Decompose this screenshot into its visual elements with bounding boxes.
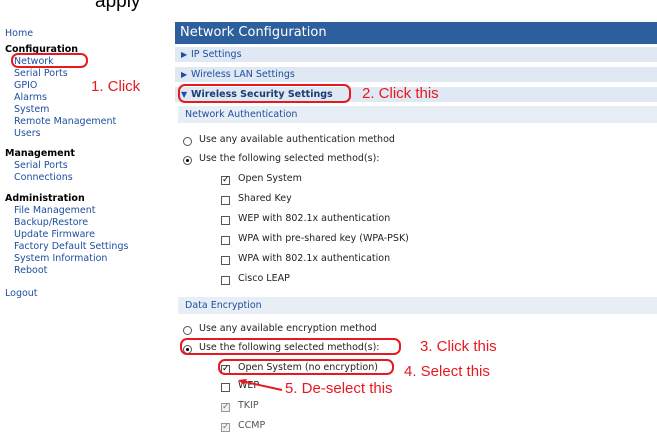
section-ip-settings[interactable]: ▶ IP Settings — [175, 47, 657, 63]
auth-selected-methods-radio[interactable] — [183, 156, 192, 165]
sidebar-item-remote-management[interactable]: Remote Management — [14, 116, 116, 127]
banner-text: apply — [95, 0, 141, 12]
enc-any-method-label: Use any available encryption method — [199, 323, 377, 334]
sidebar-item-system[interactable]: System — [14, 104, 49, 115]
annotation-box-security — [178, 84, 351, 103]
auth-cisco-leap-checkbox[interactable] — [221, 276, 230, 285]
annotation-box-network — [11, 53, 88, 68]
enc-tkip-checkbox[interactable]: ✓ — [221, 403, 230, 412]
section-label: IP Settings — [191, 49, 242, 60]
annotation-arrow-icon — [238, 379, 283, 391]
triangle-right-icon: ▶ — [181, 70, 188, 79]
sidebar-item-reboot[interactable]: Reboot — [14, 265, 47, 276]
auth-method-label: Cisco LEAP — [238, 273, 290, 284]
auth-wpa-8021x-checkbox[interactable] — [221, 256, 230, 265]
auth-method-label: WPA with 802.1x authentication — [238, 253, 391, 264]
auth-method-label: Shared Key — [238, 193, 292, 204]
triangle-right-icon: ▶ — [181, 50, 188, 59]
sidebar-item-mgmt-serial-ports[interactable]: Serial Ports — [14, 160, 68, 171]
data-encryption-heading: Data Encryption — [178, 297, 657, 314]
auth-any-method-label: Use any available authentication method — [199, 134, 395, 145]
annotation-step4: 4. Select this — [404, 363, 490, 380]
sidebar-item-file-management[interactable]: File Management — [14, 205, 96, 216]
sidebar-item-system-information[interactable]: System Information — [14, 253, 107, 264]
auth-wep-8021x-checkbox[interactable] — [221, 216, 230, 225]
sidebar-nav: Home Configuration Network Serial Ports … — [0, 22, 170, 438]
sidebar-logout[interactable]: Logout — [5, 288, 38, 299]
annotation-step3: 3. Click this — [420, 338, 497, 355]
sidebar-item-update-firmware[interactable]: Update Firmware — [14, 229, 95, 240]
sidebar-item-backup-restore[interactable]: Backup/Restore — [14, 217, 88, 228]
auth-any-method-radio[interactable] — [183, 137, 192, 146]
auth-method-label: WPA with pre-shared key (WPA-PSK) — [238, 233, 409, 244]
sidebar-heading-administration: Administration — [5, 193, 85, 204]
page-title: Network Configuration — [175, 22, 657, 44]
network-authentication-heading: Network Authentication — [178, 106, 657, 123]
enc-method-label: CCMP — [238, 420, 266, 431]
sidebar-item-gpio[interactable]: GPIO — [14, 80, 37, 91]
annotation-box-enc-selected — [180, 338, 401, 355]
annotation-step5: 5. De-select this — [285, 380, 393, 397]
auth-open-system-checkbox[interactable]: ✓ — [221, 176, 230, 185]
sidebar-item-alarms[interactable]: Alarms — [14, 92, 47, 103]
enc-wep-checkbox[interactable] — [221, 383, 230, 392]
annotation-step1: 1. Click — [91, 78, 141, 95]
enc-ccmp-checkbox[interactable]: ✓ — [221, 423, 230, 432]
sidebar-heading-management: Management — [5, 148, 75, 159]
sidebar-item-users[interactable]: Users — [14, 128, 41, 139]
enc-any-method-radio[interactable] — [183, 326, 192, 335]
section-label: Wireless LAN Settings — [191, 69, 295, 80]
auth-method-label: Open System — [238, 173, 302, 184]
sidebar-item-serial-ports[interactable]: Serial Ports — [14, 68, 68, 79]
sidebar-item-connections[interactable]: Connections — [14, 172, 73, 183]
auth-method-label: WEP with 802.1x authentication — [238, 213, 391, 224]
auth-wpa-psk-checkbox[interactable] — [221, 236, 230, 245]
top-banner: apply — [0, 0, 657, 22]
enc-method-label: TKIP — [238, 400, 259, 411]
auth-selected-methods-label: Use the following selected method(s): — [199, 153, 380, 164]
sidebar-item-factory-default[interactable]: Factory Default Settings — [14, 241, 128, 252]
sidebar-home[interactable]: Home — [5, 28, 33, 39]
section-wireless-lan-settings[interactable]: ▶ Wireless LAN Settings — [175, 67, 657, 83]
annotation-step2: 2. Click this — [362, 85, 439, 102]
auth-shared-key-checkbox[interactable] — [221, 196, 230, 205]
annotation-box-open-system — [218, 359, 394, 375]
